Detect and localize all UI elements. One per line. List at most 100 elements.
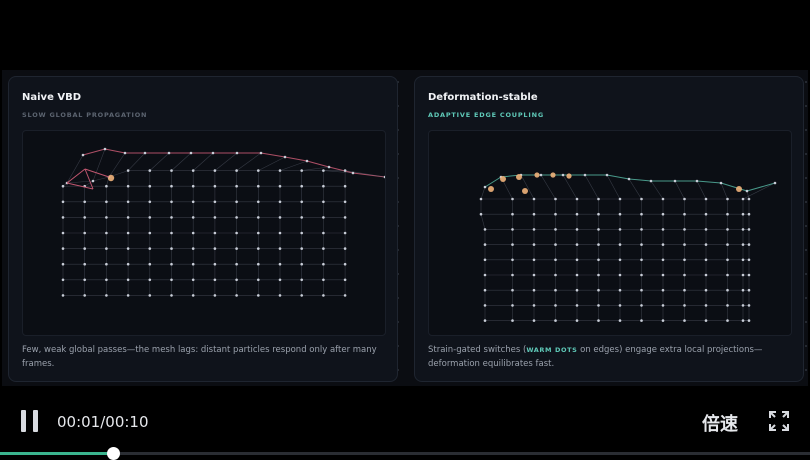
mesh-node [343, 294, 347, 297]
mesh-edge [92, 148, 106, 182]
fullscreen-icon[interactable] [768, 410, 790, 432]
mesh-node [148, 216, 152, 219]
mesh-node [235, 262, 238, 266]
mesh-node [704, 258, 708, 262]
mesh-node [773, 181, 777, 185]
mesh-node [322, 200, 325, 204]
mesh-node [322, 184, 325, 188]
mesh-node [618, 243, 622, 246]
mesh-node [575, 288, 579, 292]
warm-dot [522, 188, 528, 194]
mesh-node [597, 288, 600, 292]
mesh-node [126, 294, 130, 297]
mesh-node [511, 212, 514, 216]
mesh-edge [696, 180, 722, 184]
progress-handle[interactable] [107, 447, 121, 460]
mesh-node [235, 169, 238, 172]
panel-naive-vbd: Naive VBD SLOW GLOBAL PROPAGATION Few, w… [8, 76, 398, 382]
mesh-node [105, 216, 108, 219]
mesh-node [575, 243, 579, 246]
mesh-node [300, 294, 304, 297]
mesh-node [532, 243, 536, 246]
mesh-node [105, 262, 108, 266]
mesh-node [259, 151, 263, 155]
mesh-node [148, 247, 152, 250]
mesh-node [483, 258, 487, 262]
mesh-edge [260, 152, 286, 158]
warm-dot [566, 173, 572, 179]
mesh-node [532, 319, 536, 322]
mesh-node [747, 319, 751, 322]
mesh-node [683, 258, 686, 262]
mesh-edge [92, 176, 110, 182]
mesh-edge [258, 156, 286, 171]
mesh-node [167, 151, 171, 155]
mesh-node [745, 189, 749, 193]
mesh-node [741, 288, 745, 292]
video-player[interactable]: Naive VBD SLOW GLOBAL PROPAGATION Few, w… [0, 0, 810, 460]
mesh-node [257, 169, 260, 172]
warm-dot [550, 172, 556, 178]
mesh-node [105, 294, 108, 297]
mesh-node [704, 319, 708, 322]
mesh-node [61, 184, 65, 188]
mesh-node [126, 200, 130, 204]
mesh-node [597, 212, 600, 216]
mesh-node [191, 247, 195, 250]
mesh-node [554, 243, 557, 246]
mesh-node [170, 216, 173, 219]
mesh-node [235, 231, 238, 235]
mesh-node [726, 258, 729, 262]
mesh-node [640, 228, 643, 231]
pause-icon[interactable] [20, 410, 40, 432]
mesh-node [61, 262, 65, 266]
mesh-node [704, 212, 708, 216]
mesh-node [683, 197, 686, 201]
mesh-node [479, 197, 483, 201]
progress-bar[interactable] [0, 447, 810, 460]
mesh-node [170, 294, 173, 297]
mesh-edge [108, 152, 126, 178]
video-frame: Naive VBD SLOW GLOBAL PROPAGATION Few, w… [2, 70, 808, 386]
mesh-simulation-right [428, 130, 792, 336]
mesh-node [235, 278, 238, 282]
warm-dots-label: WARM DOTS [526, 346, 578, 354]
mesh-node [554, 304, 557, 307]
mesh-edge [628, 178, 642, 200]
mesh-node [575, 197, 579, 201]
mesh-node [148, 231, 152, 235]
mesh-node [575, 228, 579, 231]
mesh-node [83, 216, 86, 219]
mesh-edge [606, 174, 621, 200]
mesh-node [618, 197, 622, 201]
mesh-node [213, 262, 217, 266]
mesh-node [235, 216, 238, 219]
mesh-node [257, 200, 260, 204]
mesh-edge [720, 182, 748, 192]
mesh-node [726, 288, 729, 292]
mesh-node [278, 169, 282, 172]
mesh-node [322, 231, 325, 235]
mesh-edge [696, 180, 707, 200]
mesh-node [554, 212, 557, 216]
mesh-node [343, 184, 347, 188]
playback-speed-button[interactable]: 倍速 [702, 410, 738, 436]
mesh-node [597, 197, 600, 201]
mesh-node [170, 247, 173, 250]
mesh-node [191, 262, 195, 266]
mesh-node [483, 185, 487, 189]
mesh-node [511, 288, 514, 292]
mesh-node [575, 212, 579, 216]
mesh-node [148, 169, 152, 172]
mesh-edge [171, 152, 192, 171]
mesh-node [322, 247, 325, 250]
mesh-node [191, 278, 195, 282]
mesh-node [343, 169, 347, 172]
mesh-node [640, 197, 643, 201]
mesh-node [640, 212, 643, 216]
mesh-node [278, 294, 282, 297]
panel-subtitle: SLOW GLOBAL PROPAGATION [22, 111, 148, 119]
mesh-node [561, 173, 565, 177]
warm-dot [500, 176, 506, 182]
mesh-node [483, 273, 487, 277]
